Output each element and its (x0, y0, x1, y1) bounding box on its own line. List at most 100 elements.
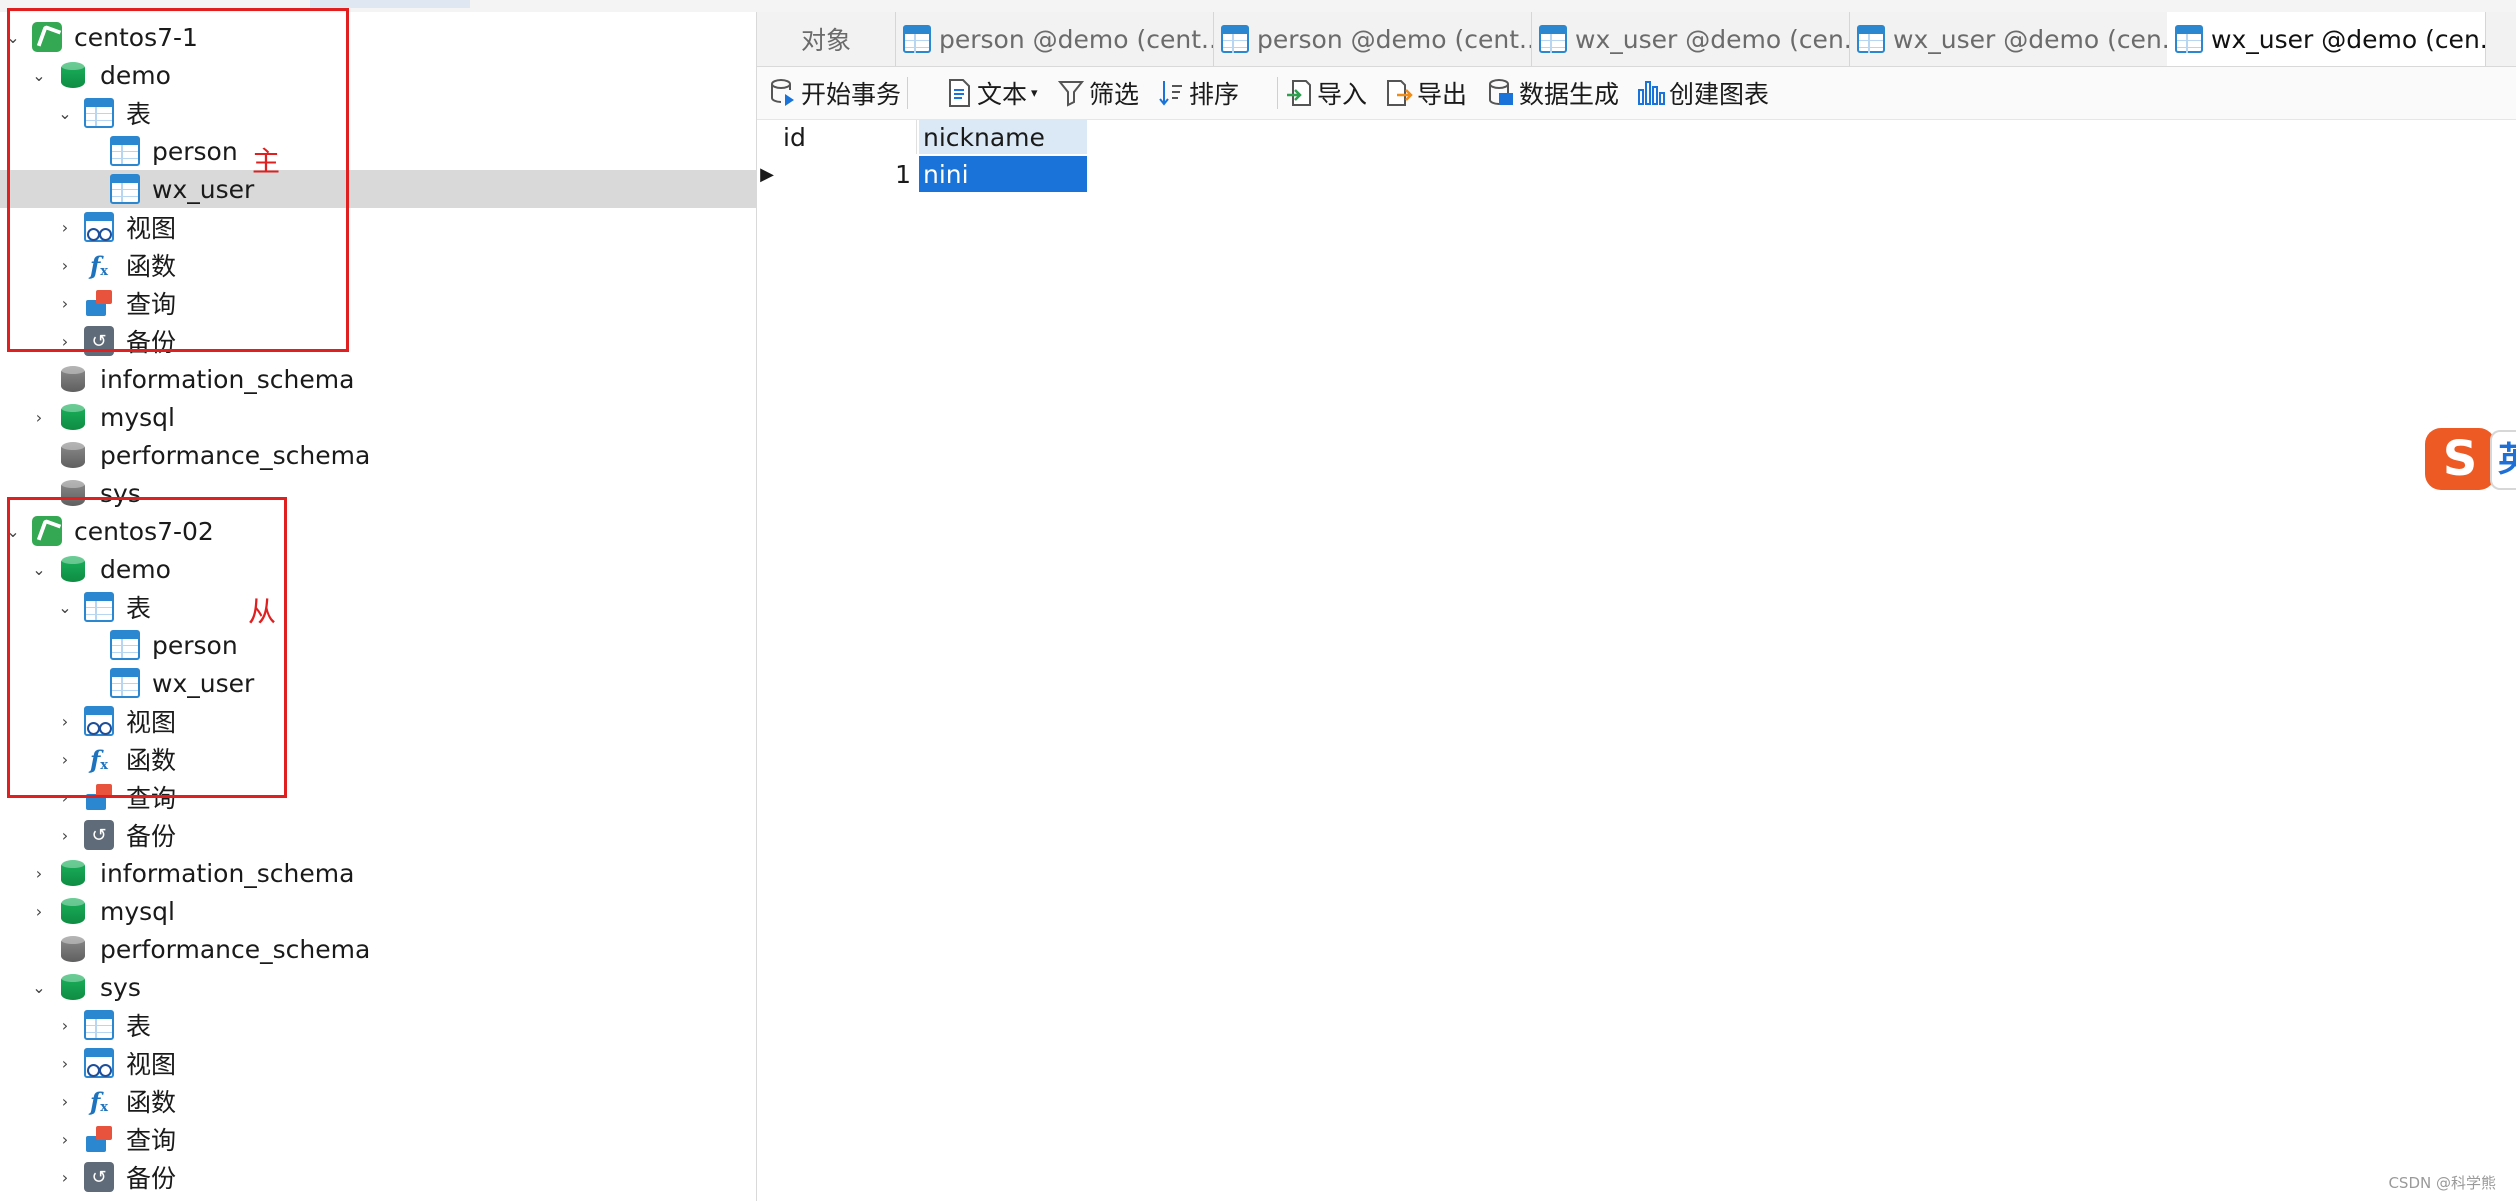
text-view-button[interactable]: 文本 ▾ (945, 75, 1038, 111)
tab-wx-user-design[interactable]: wx_user @demo (cen... (1531, 12, 1850, 66)
begin-transaction-label: 开始事务 (801, 80, 902, 109)
tab-label: wx_user @demo (cen... (2211, 24, 2486, 54)
export-icon (1385, 78, 1413, 108)
query-icon (84, 1124, 114, 1154)
backups-label: 备份 (126, 822, 177, 851)
tree-db-performance-schema[interactable]: performance_schema (0, 436, 756, 474)
tables-folder-label: 表 (126, 1012, 152, 1041)
toolbar-separator (907, 77, 908, 109)
database-icon (58, 934, 88, 964)
database-label: sys (100, 972, 141, 1002)
table-folder-icon (84, 1010, 114, 1040)
table-cell-id[interactable]: 1 (779, 156, 917, 192)
data-generation-button[interactable]: 数据生成 (1487, 75, 1619, 111)
tree-sys-tables[interactable]: › 表 (0, 1006, 756, 1044)
export-label: 导出 (1417, 80, 1468, 109)
filter-label: 筛选 (1089, 80, 1140, 109)
text-document-icon (945, 78, 973, 108)
chevron-down-icon[interactable]: ⌄ (28, 976, 50, 998)
tree-backups[interactable]: › ↺ 备份 (0, 816, 756, 854)
tab-label: person @demo (cent... (939, 24, 1214, 54)
tab-label: wx_user @demo (cen... (1893, 24, 2168, 54)
tab-wx-user-2[interactable]: wx_user @demo (cen... (1849, 12, 2168, 66)
table-icon (1221, 25, 1249, 53)
tree-db-information-schema[interactable]: information_schema (0, 360, 756, 398)
cell-value: nini (923, 159, 969, 189)
chevron-right-icon[interactable]: › (54, 1014, 76, 1036)
database-icon (58, 440, 88, 470)
transaction-icon (769, 78, 797, 108)
tree-sys-backups[interactable]: › ↺ 备份 (0, 1158, 756, 1196)
watermark: CSDN @科学熊 (2388, 1174, 2496, 1192)
data-generation-icon (1487, 78, 1515, 108)
database-label: mysql (100, 402, 175, 432)
function-icon: fx (89, 1086, 109, 1116)
database-label: mysql (100, 896, 175, 926)
database-icon (58, 972, 88, 1002)
column-header-nickname[interactable]: nickname (919, 120, 1087, 154)
sort-button[interactable]: 排序 (1157, 75, 1239, 111)
tree-db-performance-schema[interactable]: performance_schema (0, 930, 756, 968)
chevron-right-icon[interactable]: › (54, 1052, 76, 1074)
table-icon (1857, 25, 1885, 53)
database-label: information_schema (100, 364, 355, 394)
slave-annotation-label: 从 (248, 595, 277, 628)
column-header-label: nickname (923, 122, 1045, 152)
sort-label: 排序 (1189, 80, 1240, 109)
tab-label: person @demo (cent... (1257, 24, 1532, 54)
ime-language-toggle[interactable]: 英 (2490, 430, 2516, 490)
chevron-right-icon[interactable]: › (28, 900, 50, 922)
database-label: information_schema (100, 858, 355, 888)
slave-annotation-box (7, 497, 287, 798)
filter-button[interactable]: 筛选 (1057, 75, 1139, 111)
tree-db-sys[interactable]: ⌄ sys (0, 968, 756, 1006)
database-icon (58, 364, 88, 394)
import-label: 导入 (1317, 80, 1368, 109)
chevron-right-icon[interactable]: › (54, 1166, 76, 1188)
table-cell-nickname-selected[interactable]: nini (919, 156, 1087, 192)
chevron-right-icon[interactable]: › (54, 1090, 76, 1112)
chevron-right-icon[interactable]: › (54, 824, 76, 846)
tab-label: wx_user @demo (cen... (1575, 24, 1850, 54)
ime-edge-glyph: 英 (2498, 440, 2516, 480)
master-annotation-box (7, 8, 349, 352)
editor-tab-bar: 对象 person @demo (cent... person @demo (c… (757, 12, 2516, 67)
import-button[interactable]: 导入 (1285, 75, 1367, 111)
top-strip-highlight (310, 0, 470, 8)
ime-glyph: S (2442, 431, 2478, 487)
backup-icon: ↺ (84, 820, 114, 850)
tree-sys-views[interactable]: › 视图 (0, 1044, 756, 1082)
toolbar-separator (1277, 77, 1278, 109)
tab-label: 对象 (800, 26, 851, 55)
column-header-id[interactable]: id (779, 120, 917, 154)
table-edit-icon (1539, 25, 1567, 53)
export-button[interactable]: 导出 (1385, 75, 1467, 111)
backups-label: 备份 (126, 1164, 177, 1193)
current-row-indicator-icon: ▶ (760, 163, 774, 185)
column-header-label: id (783, 122, 806, 152)
tree-db-mysql[interactable]: › mysql (0, 398, 756, 436)
chevron-right-icon[interactable]: › (28, 406, 50, 428)
cell-value: 1 (895, 159, 911, 189)
chevron-right-icon[interactable]: › (28, 862, 50, 884)
tab-wx-user-active[interactable]: wx_user @demo (cen... (2167, 12, 2486, 66)
chart-icon (1637, 78, 1665, 108)
filter-icon (1057, 78, 1085, 108)
tree-db-mysql[interactable]: › mysql (0, 892, 756, 930)
database-label: performance_schema (100, 934, 371, 964)
tab-objects[interactable]: 对象 (757, 12, 896, 66)
dropdown-caret-icon: ▾ (1031, 85, 1038, 101)
create-chart-button[interactable]: 创建图表 (1637, 75, 1769, 111)
tab-person-2[interactable]: person @demo (cent... (1213, 12, 1532, 66)
tab-person-1[interactable]: person @demo (cent... (895, 12, 1214, 66)
import-icon (1285, 78, 1313, 108)
tree-db-information-schema[interactable]: › information_schema (0, 854, 756, 892)
begin-transaction-button[interactable]: 开始事务 (769, 75, 901, 111)
ime-logo-icon[interactable]: S (2425, 428, 2495, 490)
tree-sys-queries[interactable]: › 查询 (0, 1120, 756, 1158)
queries-label: 查询 (126, 1126, 177, 1155)
chevron-right-icon[interactable]: › (54, 1128, 76, 1150)
sort-icon (1157, 78, 1185, 108)
tree-sys-functions[interactable]: › fx 函数 (0, 1082, 756, 1120)
text-view-label: 文本 (977, 80, 1028, 109)
